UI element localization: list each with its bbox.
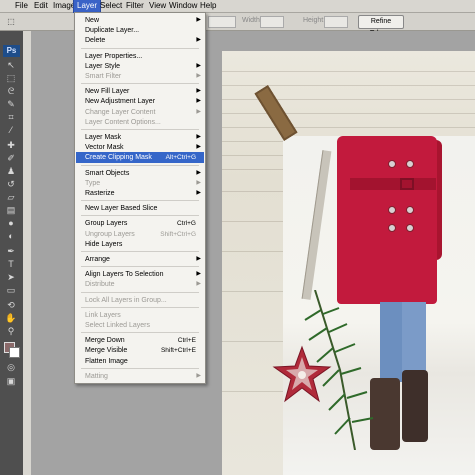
clone-stamp-tool-icon[interactable]: ♟ xyxy=(4,166,18,177)
3d-rotate-tool-icon[interactable]: ⟲ xyxy=(4,300,18,311)
coat-belt xyxy=(350,178,436,190)
submenu-arrow-icon: ▶ xyxy=(196,281,201,288)
menu-item-label: Select Linked Layers xyxy=(85,322,150,329)
menu-bar: File Edit Image Layer Select Filter View… xyxy=(0,0,475,13)
menu-item-rasterize[interactable]: Rasterize ▶ xyxy=(76,188,204,199)
menu-item-flatten-image[interactable]: Flatten Image xyxy=(76,356,204,367)
move-tool-icon[interactable]: ↖ xyxy=(4,60,18,71)
healing-brush-tool-icon[interactable]: ✚ xyxy=(4,140,18,151)
blur-tool-icon[interactable]: ● xyxy=(4,218,18,229)
menu-item-label: Create Clipping Mask xyxy=(85,154,152,162)
jeans-right xyxy=(402,302,426,374)
menu-separator xyxy=(81,291,199,293)
layer-menu: New ▶ Duplicate Layer... Delete ▶ Layer Prope… xyxy=(74,12,206,384)
menu-item-hide-layers[interactable]: Hide Layers xyxy=(76,239,204,250)
options-bar: ⬚ Width: Height: Refine Edge... xyxy=(0,13,475,37)
zoom-tool-icon[interactable]: ⚲ xyxy=(4,326,18,337)
menu-item-layer-content-options[interactable]: Layer Content Options... xyxy=(76,117,204,128)
star-ornament xyxy=(272,345,332,403)
menu-separator xyxy=(81,47,199,49)
height-label: Height: xyxy=(303,17,326,24)
coat-button xyxy=(406,160,414,168)
menu-select[interactable]: Select xyxy=(97,0,125,12)
menu-item-label: Matting xyxy=(85,372,108,380)
ps-logo: Ps xyxy=(3,45,20,57)
menu-separator xyxy=(81,200,199,202)
eraser-tool-icon[interactable]: ▱ xyxy=(4,192,18,203)
gradient-tool-icon[interactable]: ▤ xyxy=(4,205,18,216)
menu-separator xyxy=(81,83,199,85)
type-tool-icon[interactable]: T xyxy=(4,259,18,270)
boot-right xyxy=(402,370,428,442)
menu-help[interactable]: Help xyxy=(197,0,219,12)
quick-select-tool-icon[interactable]: ✎ xyxy=(4,99,18,110)
path-selection-tool-icon[interactable]: ➤ xyxy=(4,272,18,283)
shape-tool-icon[interactable]: ▭ xyxy=(4,285,18,296)
menu-item-shortcut: Alt+Ctrl+G xyxy=(165,154,196,162)
eyedropper-tool-icon[interactable]: ⁄ xyxy=(4,125,18,136)
menu-separator xyxy=(81,332,199,334)
menu-item-label: Hide Layers xyxy=(85,240,123,248)
menu-item-label: Delete xyxy=(85,37,106,45)
coat-button xyxy=(388,160,396,168)
width-label: Width: xyxy=(242,17,262,24)
submenu-arrow-icon: ▶ xyxy=(196,73,201,79)
brush-tool-icon[interactable]: ✐ xyxy=(4,153,18,164)
dodge-tool-icon[interactable]: ◐ xyxy=(4,231,18,242)
menu-item-label: New Layer Based Slice xyxy=(85,205,158,213)
crop-tool-icon[interactable]: ⌗ xyxy=(4,112,18,123)
menu-item-label: Lock All Layers in Group... xyxy=(85,296,167,304)
red-coat xyxy=(337,136,437,304)
submenu-arrow-icon: ▶ xyxy=(196,190,201,196)
style-select[interactable] xyxy=(208,16,236,28)
coat-button xyxy=(406,224,414,232)
menu-separator xyxy=(81,164,199,166)
menu-item-select-linked-layers[interactable]: Select Linked Layers xyxy=(76,320,204,331)
submenu-arrow-icon: ▶ xyxy=(196,256,201,262)
menu-item-smart-filter[interactable]: Smart Filter ▶ xyxy=(76,71,204,82)
marquee-options-icon[interactable]: ⬚ xyxy=(4,16,18,27)
coat-button xyxy=(388,206,396,214)
screen-mode-icon[interactable]: ▣ xyxy=(4,376,18,387)
menu-item-label: Distribute xyxy=(85,281,115,289)
menu-item-distribute[interactable]: Distribute ▶ xyxy=(76,279,204,290)
menu-edit[interactable]: Edit xyxy=(31,0,51,12)
coat-button xyxy=(388,224,396,232)
menu-file[interactable]: File xyxy=(12,0,31,12)
menu-item-lock-all-layers-in-group[interactable]: Lock All Layers in Group... xyxy=(76,295,204,306)
menu-separator xyxy=(81,129,199,130)
menu-item-arrange[interactable]: Arrange ▶ xyxy=(76,254,204,265)
background-color-swatch[interactable] xyxy=(9,347,20,358)
menu-filter[interactable]: Filter xyxy=(123,0,147,12)
history-brush-tool-icon[interactable]: ↺ xyxy=(4,179,18,190)
submenu-arrow-icon: ▶ xyxy=(196,372,201,379)
menu-item-label: Flatten Image xyxy=(85,357,128,365)
menu-item-matting[interactable]: Matting ▶ xyxy=(76,371,204,382)
menu-item-label: Layer Content Options... xyxy=(85,118,161,126)
pen-tool-icon[interactable]: ✒ xyxy=(4,246,18,257)
menu-item-label: Smart Filter xyxy=(85,73,122,80)
lasso-tool-icon[interactable]: ᘓ xyxy=(4,86,18,97)
width-field[interactable] xyxy=(260,16,284,28)
menu-window[interactable]: Window xyxy=(166,0,200,12)
menu-item-create-clipping-mask[interactable]: Create Clipping Mask Alt+Ctrl+G xyxy=(76,152,204,164)
marquee-tool-icon[interactable]: ⬚ xyxy=(4,73,18,84)
menu-item-label: Rasterize xyxy=(85,190,115,197)
menu-item-delete[interactable]: Delete ▶ xyxy=(76,35,204,46)
hand-tool-icon[interactable]: ✋ xyxy=(4,313,18,324)
height-field[interactable] xyxy=(324,16,348,28)
coat-button xyxy=(406,206,414,214)
menu-separator xyxy=(81,251,199,252)
belt-buckle xyxy=(400,178,414,190)
menu-separator xyxy=(81,306,199,308)
menu-separator xyxy=(81,367,199,369)
quick-mask-icon[interactable]: ◎ xyxy=(4,362,18,373)
refine-edge-button[interactable]: Refine Edge... xyxy=(358,15,404,37)
menu-item-new-layer-based-slice[interactable]: New Layer Based Slice xyxy=(76,203,204,214)
menu-separator xyxy=(81,266,199,268)
menu-item-label: Arrange xyxy=(85,256,110,263)
menu-separator xyxy=(81,215,199,217)
submenu-arrow-icon: ▶ xyxy=(196,37,201,44)
